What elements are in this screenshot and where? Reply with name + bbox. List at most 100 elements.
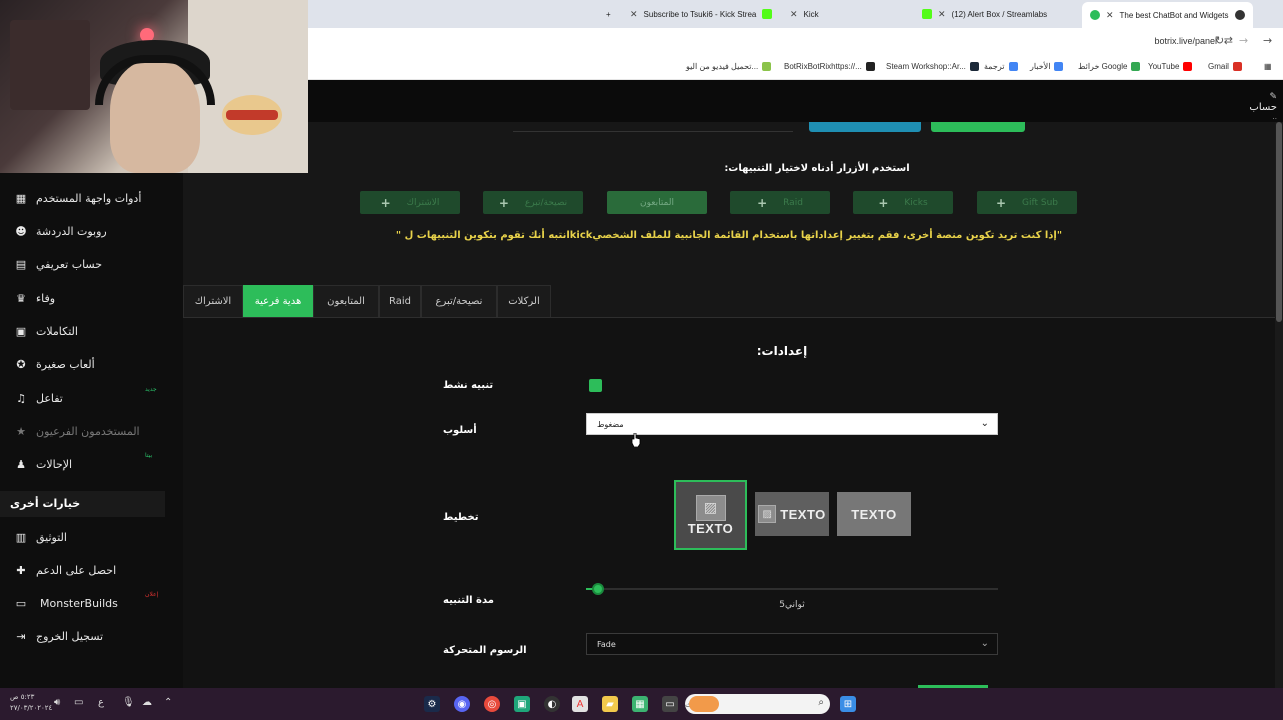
sidebar-item-integrations[interactable]: ▣ التكاملات (0, 316, 165, 346)
plus-icon: + (757, 195, 768, 210)
sidebar-item-interaction[interactable]: ♫ تفاعل جديد (0, 383, 165, 413)
alert-button-gift-sub[interactable]: + Gift Sub (977, 191, 1077, 214)
discord-taskbar-icon[interactable]: ◉ (454, 696, 470, 712)
browser-tab-kick[interactable]: ✕ Kick (790, 4, 819, 24)
microphone-icon[interactable]: 🎙︎ (122, 697, 135, 708)
apps-icon[interactable]: ▦ (1264, 62, 1272, 71)
sidebar-item-docs[interactable]: ▥ التوثيق (0, 522, 165, 552)
account-menu[interactable]: ✎ حساب .. (1249, 92, 1277, 121)
animation-select[interactable]: Fade ⌄ (586, 633, 998, 655)
back-icon[interactable]: → (1263, 34, 1272, 47)
folder-taskbar-icon[interactable]: ▰ (602, 696, 618, 712)
bookmarks-bar: ▦ Gmail YouTube خرائط Google الأخبار ترج… (308, 56, 1283, 80)
bookmark-steam[interactable]: Steam Workshop::Ar... (886, 62, 979, 71)
duration-slider-thumb[interactable] (592, 583, 604, 595)
sidebar-item-loyalty[interactable]: ♛ وفاء (0, 283, 165, 313)
settings-sliders-icon[interactable]: ⇄ (1224, 34, 1233, 47)
sidebar-item-widgets[interactable]: ▦ أدوات واجهة المستخدم (0, 183, 165, 213)
taskbar-search[interactable]: بحث ⌕ (685, 694, 830, 714)
widgets-taskbar-icon[interactable]: ▦ (632, 696, 648, 712)
platform-warning: "إذا كنت تريد تكوين منصة أخرى، فقم بتغيي… (395, 230, 1063, 241)
bookmark-botrix[interactable]: BotRixBotRixhttps://... (784, 62, 875, 71)
clock[interactable]: ٥:٢٣ ص ٢٧/٠٣/٢٠٢٠٢٤ (10, 692, 52, 714)
layout-option-side[interactable]: ▨ TEXTO (755, 492, 829, 536)
bookmark-gmail[interactable]: Gmail (1208, 62, 1242, 71)
alert-button-kicks[interactable]: + Kicks (853, 191, 953, 214)
top-input[interactable] (513, 122, 793, 132)
url-text[interactable]: botrix.live/panel (1154, 36, 1217, 46)
cloud-icon[interactable]: ☁ (142, 697, 152, 708)
browser-tab-streamlabs[interactable]: ✕ (12) Alert Box / Streamlabs (922, 4, 1047, 24)
new-tab-button[interactable]: + (606, 4, 611, 24)
close-icon[interactable]: ✕ (790, 9, 798, 20)
alert-button-subscription[interactable]: + الاشتراك (360, 191, 460, 214)
maps-icon (1131, 62, 1141, 71)
sidebar-item-minigames[interactable]: ✪ ألعاب صغيرة (0, 349, 165, 379)
close-icon[interactable]: ✕ (938, 9, 946, 20)
scrollbar-thumb[interactable] (1276, 122, 1282, 322)
volume-icon[interactable]: 🔊︎ (54, 697, 60, 708)
network-icon[interactable]: ▭ (74, 697, 83, 708)
top-blue-button[interactable] (809, 122, 921, 132)
settings-panel: إعدادات: تنبيه نشط أسلوب مضغوط ⌄ تخطيط ▨… (183, 318, 1275, 688)
browser-tab-kick-subscribe[interactable]: ✕ Subscribe to Tsuki6 - Kick Strea (630, 4, 773, 24)
windows-start-icon[interactable]: ⊞ (840, 696, 856, 712)
alert-button-tip[interactable]: + نصيحة/تبرع (483, 191, 583, 214)
link-icon (865, 62, 875, 71)
bookmark-translate[interactable]: ترجمة (984, 62, 1018, 71)
tab-raid[interactable]: Raid (379, 285, 421, 317)
layout-option-stacked[interactable]: ▨ TEXTO (674, 480, 747, 550)
taskview-taskbar-icon[interactable]: ▭ (662, 696, 678, 712)
bookmark-maps[interactable]: خرائط Google (1078, 62, 1141, 71)
address-bar[interactable]: botrix.live/panel ⇄ ↻ → → (308, 28, 1283, 56)
sidebar-item-monsterbuilds[interactable]: ▭ MonsterBuilds إعلان (0, 588, 165, 618)
bookmark-news[interactable]: الأخبار (1030, 62, 1064, 71)
sidebar-item-support[interactable]: ✚ احصل على الدعم (0, 555, 165, 585)
sidebar-item-profile[interactable]: ▤ حساب تعريفي (0, 249, 165, 279)
trophy-icon: ♛ (16, 291, 26, 305)
gamepad-icon: ✪ (16, 357, 26, 371)
close-icon[interactable]: ✕ (630, 9, 638, 20)
acrobat-taskbar-icon[interactable]: A (572, 696, 588, 712)
page-scrollbar[interactable] (1275, 122, 1283, 688)
alert-button-raid[interactable]: + Raid (730, 191, 830, 214)
tab-followers[interactable]: المتابعون (313, 285, 379, 317)
sidebar-item-chatbot[interactable]: ☻ روبوت الدردشة (0, 216, 165, 246)
botrix-icon (1090, 10, 1100, 20)
new-badge: جديد (145, 386, 157, 393)
tab-gift-sub[interactable]: هدية فرعية (243, 285, 313, 317)
sidebar-item-referrals[interactable]: ♟ الإحالات بيتا (0, 449, 165, 479)
duration-label: مدة التنبيه (443, 595, 494, 606)
reload-icon[interactable]: ↻ (1215, 34, 1224, 47)
sidebar-item-logout[interactable]: ⇥ تسجيل الخروج (0, 621, 165, 651)
forward-icon[interactable]: → (1239, 34, 1248, 47)
user-star-icon: ★ (16, 424, 26, 438)
obs-taskbar-icon[interactable]: ◐ (544, 696, 560, 712)
bookmark-video-download[interactable]: تحميل فيديو من اليو... (686, 62, 772, 71)
alert-button-followers[interactable]: المتابعون (607, 191, 707, 214)
chevron-up-icon[interactable]: ⌃ (164, 697, 172, 708)
sidebar-item-subusers[interactable]: ★ المستخدمون الفرعيون (0, 416, 165, 446)
duration-slider-track[interactable] (586, 588, 998, 590)
top-green-button[interactable] (931, 122, 1025, 132)
language-indicator[interactable]: ع (98, 697, 104, 708)
chevron-down-icon: ⌄ (980, 638, 989, 649)
tab-tip[interactable]: نصيحة/تبرع (421, 285, 497, 317)
layout-option-overlay[interactable]: TEXTO (837, 492, 911, 536)
bookmark-youtube[interactable]: YouTube (1148, 62, 1193, 71)
browser-tab-botrix[interactable]: ✕ The best ChatBot and Widgets (1082, 2, 1253, 28)
tab-subscription[interactable]: الاشتراك (183, 285, 243, 317)
app-taskbar-icon[interactable]: ▣ (514, 696, 530, 712)
close-icon[interactable]: ✕ (1106, 10, 1114, 21)
alert-tabs: الاشتراك هدية فرعية المتابعون Raid نصيحة… (183, 285, 1275, 318)
steam-taskbar-icon[interactable]: ⚙ (424, 696, 440, 712)
chrome-taskbar-icon[interactable]: ◎ (484, 696, 500, 712)
image-icon: ▨ (695, 494, 726, 521)
active-alert-checkbox[interactable] (589, 379, 602, 392)
tab-kicks[interactable]: الركلات (497, 285, 551, 317)
style-select[interactable]: مضغوط ⌄ (586, 413, 998, 435)
download-icon (762, 62, 772, 71)
browser-tab-bar: + ✕ Subscribe to Tsuki6 - Kick Strea ✕ K… (308, 0, 1283, 28)
plus-icon: + (498, 195, 509, 210)
mouse-cursor-icon (631, 433, 641, 447)
